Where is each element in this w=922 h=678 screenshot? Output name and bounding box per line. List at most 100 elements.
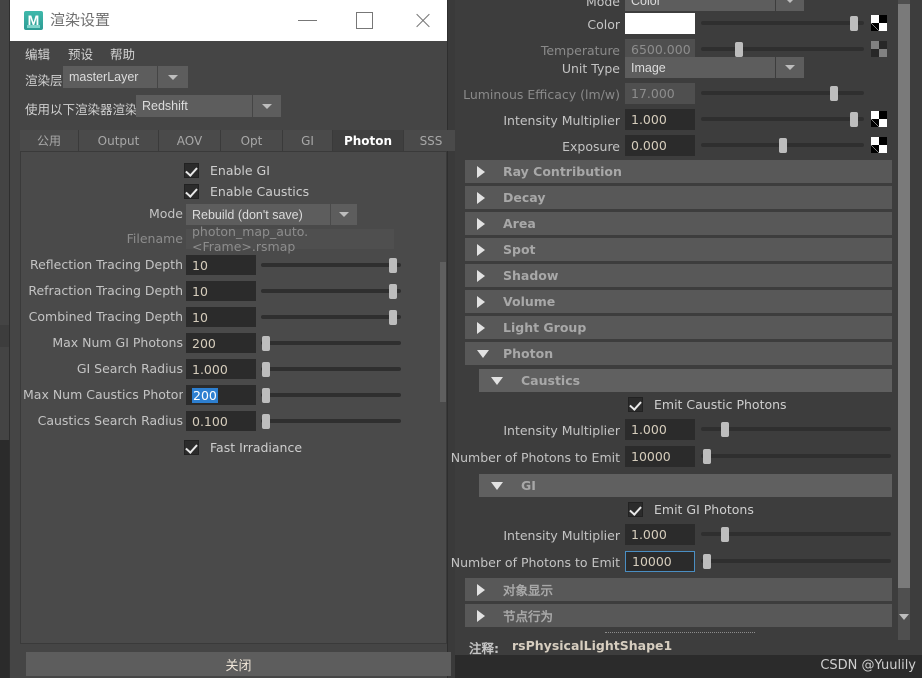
mode-chevron-down-icon[interactable]: [331, 204, 357, 225]
section-node-behavior[interactable]: 节点行为: [465, 604, 892, 627]
slider-control[interactable]: [261, 359, 401, 379]
section-light-group[interactable]: Light Group: [465, 316, 892, 339]
slider-knob[interactable]: [389, 284, 398, 299]
attribute-slider[interactable]: [701, 83, 864, 103]
attribute-combo[interactable]: Color: [625, 0, 775, 11]
slider-track: [701, 117, 864, 121]
attribute-slider[interactable]: [701, 13, 864, 33]
caustics-photons-to-emit-slider[interactable]: [701, 446, 891, 466]
subsection-gi[interactable]: GI: [479, 474, 892, 497]
section-title: Light Group: [503, 320, 587, 335]
slider-value-field[interactable]: 200: [186, 385, 256, 405]
slider-knob[interactable]: [262, 336, 271, 351]
caustics-photons-to-emit-field[interactable]: 10000: [625, 446, 695, 467]
section-shadow[interactable]: Shadow: [465, 264, 892, 287]
slider-knob[interactable]: [735, 42, 744, 57]
attribute-combo[interactable]: Image: [625, 57, 775, 78]
menu-item-help[interactable]: 帮助: [110, 44, 135, 63]
slider-control[interactable]: [261, 411, 401, 431]
slider-control[interactable]: [261, 385, 401, 405]
mode-combo[interactable]: Rebuild (don't save): [186, 204, 330, 225]
tab-aov[interactable]: AOV: [159, 130, 221, 151]
attribute-slider[interactable]: [701, 135, 864, 155]
slider-control[interactable]: [261, 333, 401, 353]
slider-knob[interactable]: [849, 112, 858, 127]
attribute-slider[interactable]: [701, 109, 864, 129]
maximize-button[interactable]: [343, 0, 389, 41]
gi-intensity-multiplier-slider[interactable]: [701, 524, 891, 544]
slider-knob[interactable]: [702, 449, 711, 464]
section-decay[interactable]: Decay: [465, 186, 892, 209]
section-area[interactable]: Area: [465, 212, 892, 235]
slider-knob[interactable]: [262, 414, 271, 429]
attribute-slider[interactable]: [701, 39, 864, 59]
slider-knob[interactable]: [389, 310, 398, 325]
render-layer-combo[interactable]: masterLayer: [63, 66, 157, 88]
slider-value-field[interactable]: 0.100: [186, 411, 256, 431]
slider-knob[interactable]: [389, 258, 398, 273]
attribute-chevron-down-icon[interactable]: [776, 57, 804, 78]
slider-knob[interactable]: [778, 138, 787, 153]
enable-gi-checkbox[interactable]: [184, 163, 199, 178]
scroll-down-arrow-icon[interactable]: [898, 610, 910, 624]
section-ray-contribution[interactable]: Ray Contribution: [465, 160, 892, 183]
menu-item-edit[interactable]: 编辑: [25, 44, 50, 63]
renderer-chevron-down-icon[interactable]: [253, 95, 281, 117]
render-layer-chevron-down-icon[interactable]: [158, 66, 188, 88]
slider-knob[interactable]: [262, 388, 271, 403]
slider-knob[interactable]: [829, 86, 838, 101]
menu-item-presets[interactable]: 预设: [68, 44, 93, 63]
tab-output[interactable]: Output: [79, 130, 159, 151]
caustics-intensity-multiplier-slider[interactable]: [701, 419, 891, 439]
section-volume[interactable]: Volume: [465, 290, 892, 313]
slider-control[interactable]: [261, 281, 401, 301]
caustics-intensity-multiplier-label: Intensity Multiplier: [503, 423, 620, 438]
texture-map-icon[interactable]: [871, 137, 887, 153]
gi-photons-to-emit-field[interactable]: 10000: [625, 551, 695, 572]
slider-knob[interactable]: [721, 527, 730, 542]
slider-control[interactable]: [261, 255, 401, 275]
slider-value-field[interactable]: 10: [186, 281, 256, 301]
tab-gi[interactable]: GI: [283, 130, 333, 151]
slider-knob[interactable]: [849, 16, 858, 31]
subsection-title: GI: [521, 478, 536, 493]
section-spot[interactable]: Spot: [465, 238, 892, 261]
slider-value-field[interactable]: 10: [186, 255, 256, 275]
texture-map-icon[interactable]: [871, 15, 887, 31]
slider-value-field[interactable]: 1.000: [186, 359, 256, 379]
minimize-button[interactable]: [285, 0, 331, 41]
texture-map-icon[interactable]: [871, 111, 887, 127]
enable-caustics-checkbox[interactable]: [184, 184, 199, 199]
gi-intensity-multiplier-field[interactable]: 1.000: [625, 524, 695, 545]
slider-knob[interactable]: [262, 362, 271, 377]
emit-gi-photons-checkbox[interactable]: [628, 502, 643, 517]
tab-opt[interactable]: Opt: [221, 130, 283, 151]
enable-caustics-row: Enable Caustics: [21, 182, 448, 203]
attribute-field[interactable]: 1.000: [625, 109, 695, 130]
tab-photon[interactable]: Photon: [333, 130, 404, 151]
section-photon[interactable]: Photon: [465, 342, 892, 365]
tab-公用[interactable]: 公用: [20, 130, 79, 151]
note-value[interactable]: rsPhysicalLightShape1: [512, 638, 672, 653]
caustics-intensity-multiplier-field[interactable]: 1.000: [625, 419, 695, 440]
fast-irradiance-checkbox[interactable]: [184, 440, 199, 455]
attribute-editor-scrollbar-thumb[interactable]: [898, 4, 910, 588]
slider-label: Caustics Search Radius: [37, 413, 183, 428]
gi-photons-to-emit-slider[interactable]: [701, 551, 891, 571]
close-button[interactable]: 关闭: [26, 652, 451, 676]
section-object-display[interactable]: 对象显示: [465, 578, 892, 601]
texture-map-icon[interactable]: [871, 41, 887, 57]
emit-caustic-photons-checkbox[interactable]: [628, 397, 643, 412]
attribute-field[interactable]: 0.000: [625, 135, 695, 156]
attribute-chevron-down-icon[interactable]: [776, 0, 804, 11]
slider-value-field[interactable]: 10: [186, 307, 256, 327]
renderer-combo[interactable]: Redshift: [136, 95, 252, 117]
slider-control[interactable]: [261, 307, 401, 327]
slider-knob[interactable]: [721, 422, 730, 437]
subsection-caustics[interactable]: Caustics: [479, 369, 892, 392]
color-swatch[interactable]: [625, 13, 695, 34]
slider-value-field[interactable]: 200: [186, 333, 256, 353]
slider-knob[interactable]: [702, 554, 711, 569]
attribute-field[interactable]: 17.000: [625, 83, 695, 104]
section-title: Area: [503, 216, 536, 231]
